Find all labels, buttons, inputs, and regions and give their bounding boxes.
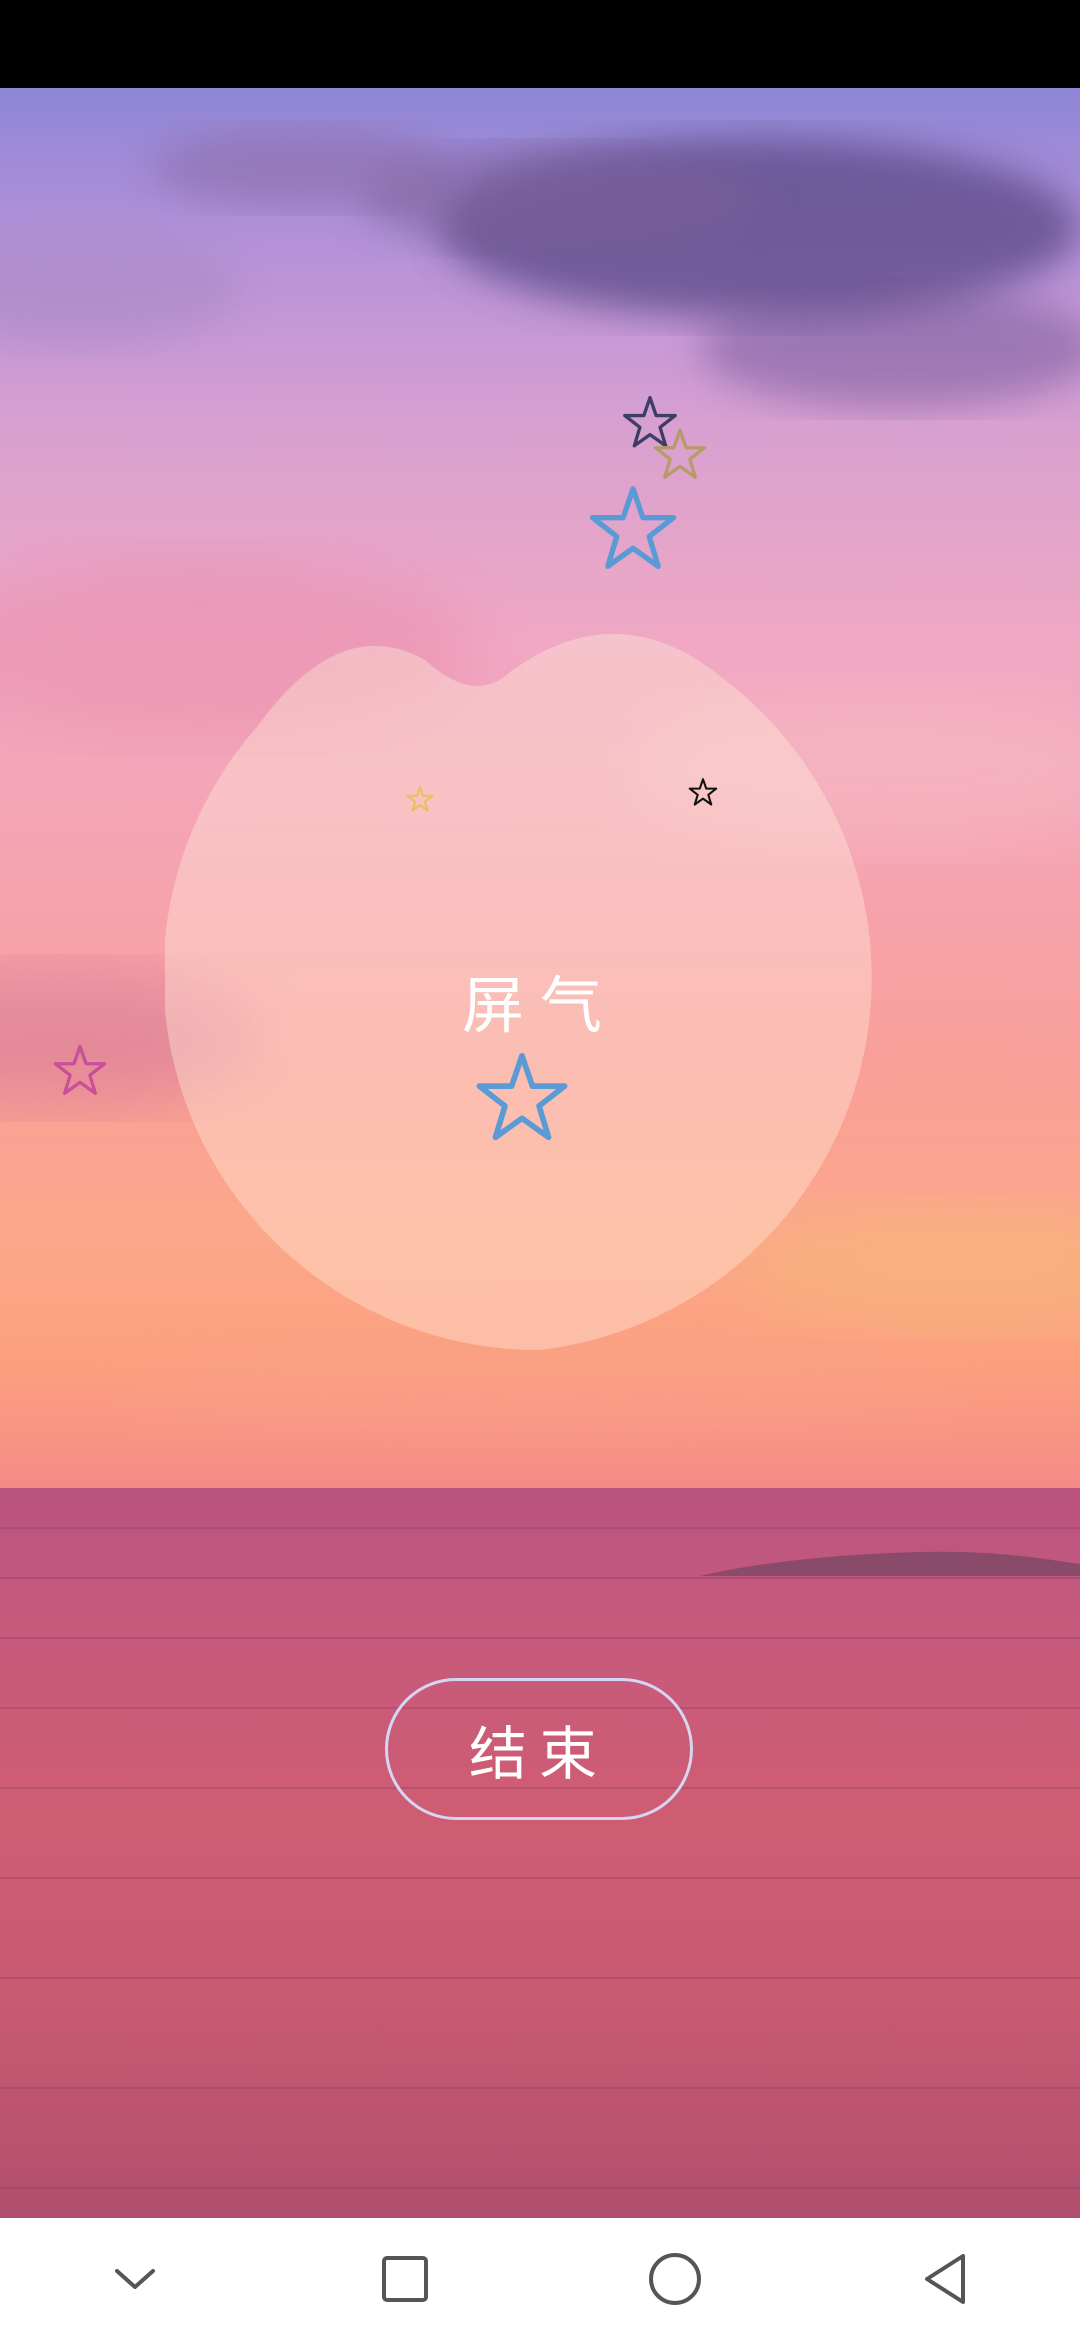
island — [700, 1551, 1080, 1576]
chevron-down-icon — [115, 2269, 155, 2289]
star-icon — [589, 486, 677, 569]
star-icon — [387, 556, 435, 603]
star-icon — [653, 428, 707, 479]
triangle-back-icon — [925, 2254, 965, 2304]
star-icon — [53, 1044, 107, 1095]
nav-home-button[interactable] — [620, 2224, 730, 2334]
nav-recents-button[interactable] — [350, 2224, 460, 2334]
end-button[interactable]: 结束 — [385, 1678, 693, 1820]
star-icon — [476, 1052, 568, 1141]
square-icon — [382, 2256, 428, 2302]
nav-back-button[interactable] — [890, 2224, 1000, 2334]
circle-icon — [649, 2253, 701, 2305]
star-icon — [406, 786, 434, 812]
sea-ripples — [0, 1527, 1080, 2189]
nav-hide-button[interactable] — [80, 2224, 190, 2334]
status-bar — [0, 0, 1080, 88]
breathing-phase-label: 屏气 — [461, 969, 618, 1042]
star-icon — [688, 778, 718, 806]
navigation-bar — [0, 2218, 1080, 2340]
